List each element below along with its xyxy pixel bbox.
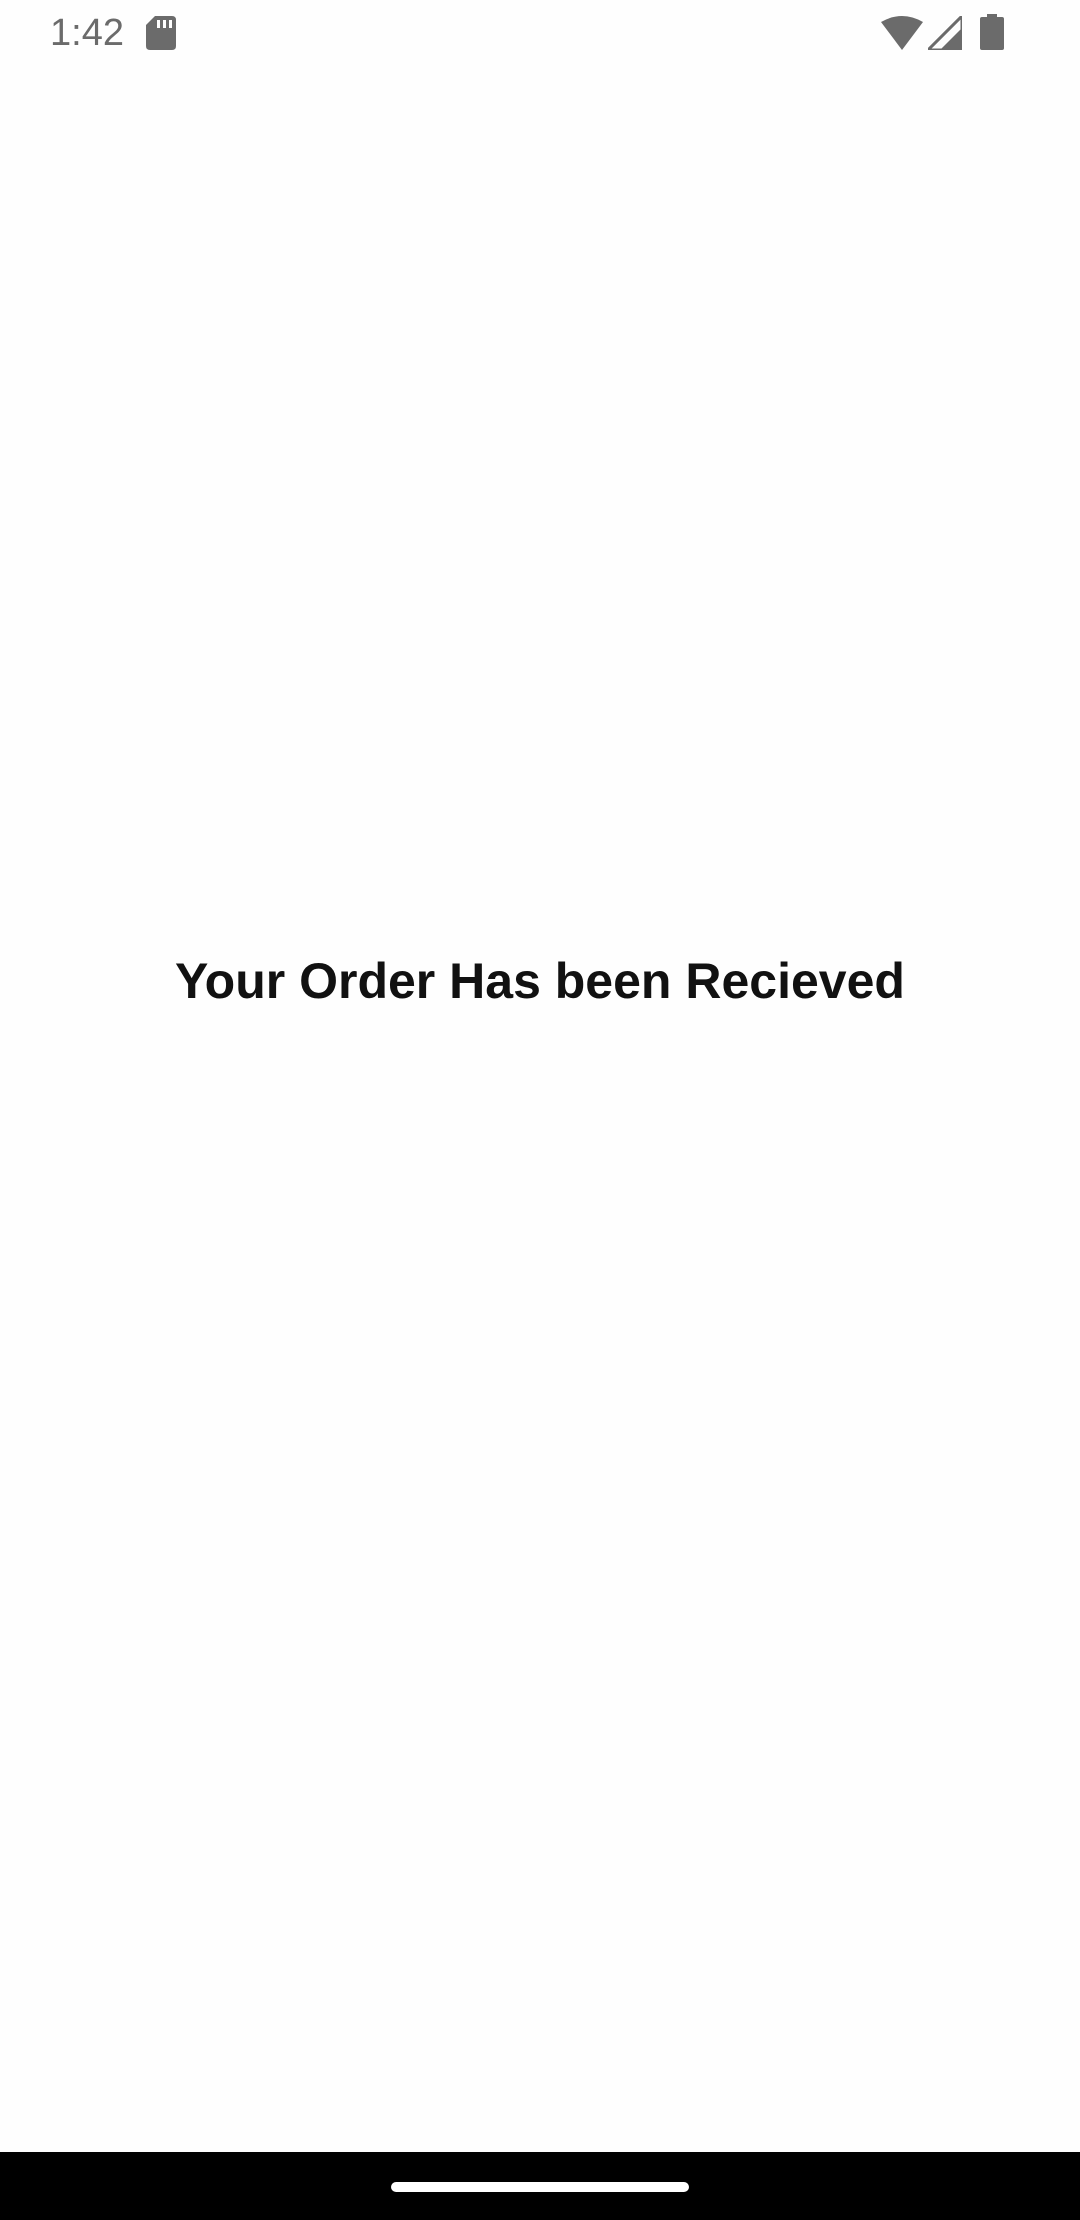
sd-card-icon (146, 16, 176, 50)
navigation-bar (0, 2152, 1080, 2220)
status-bar: 1:42 (0, 0, 1080, 66)
battery-icon (980, 14, 1004, 50)
home-indicator[interactable] (391, 2182, 689, 2192)
main-content: Your Order Has been Recieved (0, 66, 1080, 2152)
status-time: 1:42 (50, 12, 124, 54)
order-received-message: Your Order Has been Recieved (175, 953, 905, 1009)
cell-signal-icon (928, 16, 962, 50)
wifi-icon (881, 16, 923, 50)
